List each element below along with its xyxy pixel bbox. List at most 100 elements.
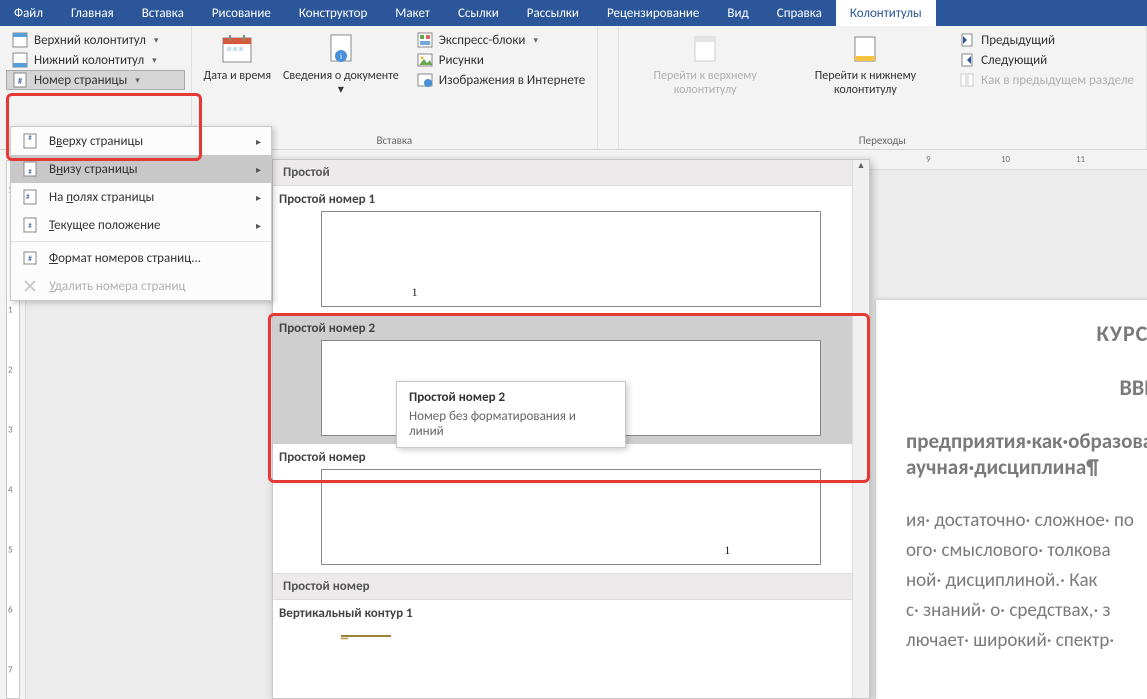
next-button[interactable]: Следующий — [953, 50, 1140, 70]
menu-label: Формат номеров страниц... — [49, 251, 201, 266]
pictures-button[interactable]: Рисунки — [411, 50, 591, 70]
page-number-icon: # — [12, 72, 28, 88]
page-preview: 1 — [321, 469, 821, 565]
gallery-item-plain-1[interactable]: 1 — [273, 211, 869, 315]
format-icon: # — [21, 250, 39, 266]
ruler-tick: 2 — [8, 365, 13, 376]
svg-text:#: # — [18, 76, 23, 87]
doc-text: лючает· широкий· спектр· — [906, 626, 1147, 656]
next-icon — [959, 52, 975, 68]
menu-format-numbers[interactable]: # Формат номеров страниц... — [11, 244, 271, 272]
doc-text: ого· смыслового· толкова — [906, 536, 1147, 566]
quickparts-label: Экспресс-блоки — [439, 33, 526, 48]
doc-heading: КУРС·ЛЕКЦИЙ — [1097, 320, 1147, 347]
docinfo-label: Сведения о документе — [283, 69, 399, 83]
svg-text:#: # — [26, 192, 30, 201]
menu-top-of-page[interactable]: # Вверху страницы ▸ — [11, 127, 271, 155]
footer-icon — [12, 52, 28, 68]
calendar-icon — [220, 32, 254, 66]
ruler-tick: 10 — [1001, 154, 1010, 165]
link-icon — [959, 72, 975, 88]
chevron-down-icon: ▾ — [135, 75, 140, 86]
doc-text: ной· дисциплиной.· Как — [906, 566, 1147, 596]
page-number-dropdown: # Вверху страницы ▸ # Внизу страницы ▸ #… — [10, 126, 272, 301]
page-number-button[interactable]: # Номер страницы ▾ — [6, 70, 185, 90]
pagenum-bottom-icon: # — [21, 161, 39, 177]
ruler-tick: 9 — [926, 154, 931, 165]
tab-file[interactable]: Файл — [0, 0, 57, 26]
ruler-tick: 1 — [8, 305, 13, 316]
tab-insert[interactable]: Вставка — [128, 0, 198, 26]
chevron-right-icon: ▸ — [256, 135, 261, 148]
tab-review[interactable]: Рецензирование — [593, 0, 713, 26]
tab-header-footer[interactable]: Колонтитулы — [836, 0, 936, 26]
svg-text:#: # — [28, 167, 32, 176]
menu-label: Текущее положение — [49, 218, 161, 233]
pagenum-margin-icon: # — [21, 189, 39, 205]
pagenum-top-icon: # — [21, 133, 39, 149]
gallery-item-plain-3[interactable]: 1 — [273, 469, 869, 573]
goto-header-button: Перейти к верхнему колонтитулу — [625, 30, 786, 99]
scrollbar[interactable]: ▲ — [852, 160, 869, 698]
pagenum-current-icon: # — [21, 217, 39, 233]
doc-text: аучная·дисциплина — [906, 454, 1086, 480]
globe-picture-icon — [417, 72, 433, 88]
menu-remove-numbers: Удалить номера страниц — [11, 272, 271, 300]
ruler-tick: 7 — [8, 665, 13, 676]
goto-header-label: Перейти к верхнему колонтитулу — [631, 69, 780, 97]
previous-icon — [959, 32, 975, 48]
footer-button[interactable]: Нижний колонтитул ▾ — [6, 50, 185, 70]
docinfo-button[interactable]: i Сведения о документе▾ — [277, 30, 405, 99]
page-number-label: Номер страницы — [34, 73, 127, 88]
tab-design[interactable]: Конструктор — [285, 0, 381, 26]
ruler-tick: 4 — [8, 485, 13, 496]
doc-text: с· знаний· о· средствах,· з — [906, 596, 1147, 626]
chevron-down-icon: ▾ — [338, 83, 344, 97]
quickparts-button[interactable]: Экспресс-блоки ▾ — [411, 30, 591, 50]
gallery-item-vertical-contour-1[interactable]: ⎯ — [273, 625, 869, 673]
doc-heading: ВВЕДЕНИЕ — [1120, 374, 1147, 401]
previous-button[interactable]: Предыдущий — [953, 30, 1140, 50]
menu-current-position[interactable]: # Текущее положение ▸ — [11, 211, 271, 239]
chevron-down-icon: ▾ — [154, 35, 159, 46]
pictures-label: Рисунки — [439, 53, 484, 68]
menu-label: Удалить номера страниц — [49, 279, 186, 294]
tab-draw[interactable]: Рисование — [198, 0, 285, 26]
ruler-tick: 3 — [8, 425, 13, 436]
goto-footer-button[interactable]: Перейти к нижнему колонтитулу — [786, 30, 945, 99]
menu-page-margins[interactable]: # На полях страницы ▸ — [11, 183, 271, 211]
header-button[interactable]: Верхний колонтитул ▾ — [6, 30, 185, 50]
quickparts-icon — [417, 32, 433, 48]
svg-text:#: # — [28, 221, 32, 230]
tab-layout[interactable]: Макет — [381, 0, 444, 26]
header-label: Верхний колонтитул — [34, 33, 146, 48]
tab-references[interactable]: Ссылки — [444, 0, 513, 26]
next-label: Следующий — [981, 53, 1047, 68]
tab-help[interactable]: Справка — [763, 0, 836, 26]
svg-text:i: i — [340, 52, 342, 62]
gallery-category: Простой — [273, 160, 869, 186]
tab-home[interactable]: Главная — [57, 0, 128, 26]
page-preview: ⎯ — [321, 625, 821, 665]
online-pictures-button[interactable]: Изображения в Интернете — [411, 70, 591, 90]
tab-view[interactable]: Вид — [713, 0, 762, 26]
datetime-button[interactable]: Дата и время — [198, 30, 278, 85]
ruler-tick: 11 — [1076, 154, 1085, 165]
pilcrow-icon — [1086, 454, 1099, 480]
gallery-item-label: Простой номер 1 — [273, 186, 869, 211]
menu-label: На полях страницы — [49, 190, 154, 205]
picture-icon — [417, 52, 433, 68]
goto-header-icon — [688, 32, 722, 66]
tab-mailings[interactable]: Рассылки — [513, 0, 593, 26]
page-preview: 1 — [321, 211, 821, 307]
chevron-right-icon: ▸ — [256, 191, 261, 204]
tooltip-body: Номер без форматирования и линий — [409, 409, 613, 439]
group-nav-label: Переходы — [625, 132, 1140, 147]
menu-bottom-of-page[interactable]: # Внизу страницы ▸ — [11, 155, 271, 183]
scroll-up-icon[interactable]: ▲ — [853, 160, 869, 177]
chevron-down-icon: ▾ — [533, 35, 538, 46]
link-previous-button: Как в предыдущем разделе — [953, 70, 1140, 90]
menu-label: Вверху страницы — [49, 134, 143, 149]
doc-info-icon: i — [324, 32, 358, 66]
previous-label: Предыдущий — [981, 33, 1055, 48]
